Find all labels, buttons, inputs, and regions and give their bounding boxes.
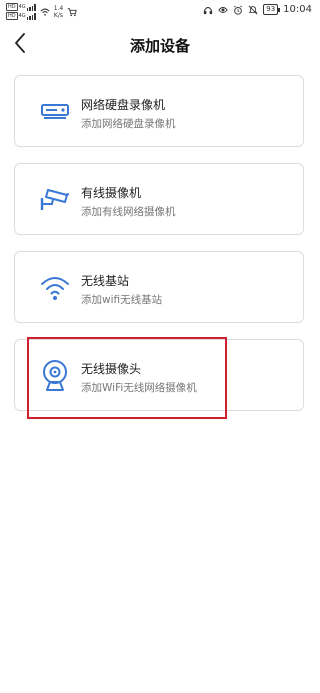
network-speed: 1.4 K/s (54, 5, 64, 19)
device-card-nvr[interactable]: 网络硬盘录像机 添加网络硬盘录像机 (14, 75, 304, 147)
page-title: 添加设备 (129, 37, 190, 55)
mute-icon (248, 5, 258, 14)
device-title: 有线摄像机 (81, 186, 142, 200)
device-subtitle: 添加wifi无线基站 (81, 294, 163, 306)
signal-icon (26, 12, 36, 20)
sim1-hd-badge: HD (6, 3, 18, 11)
wifi-status-icon (40, 8, 50, 16)
speed-value: 1.4 (53, 4, 64, 12)
device-card-wireless-camera[interactable]: 无线摄像头 添加WiFi无线网络摄像机 (14, 339, 304, 411)
sim1-network: 4G (18, 4, 26, 10)
wifi-icon (39, 270, 71, 306)
headphones-icon (204, 6, 213, 14)
alarm-icon (234, 5, 243, 15)
wired-camera-icon (39, 182, 71, 218)
device-card-wifi-base[interactable]: 无线基站 添加wifi无线基站 (14, 251, 304, 323)
battery-icon: 93 (263, 4, 281, 15)
header-bar: 添加设备 (0, 24, 320, 64)
wireless-camera-icon (39, 358, 71, 394)
signal-icon (26, 3, 36, 11)
sim2-row: HD 4G (6, 12, 36, 20)
sim1-row: HD 4G (6, 3, 36, 11)
status-right: 93 10:04 (203, 4, 312, 15)
eye-comfort-icon (218, 6, 229, 13)
sim2-hd-badge: HD (6, 12, 18, 20)
device-subtitle: 添加有线网络摄像机 (81, 206, 176, 218)
nvr-icon (39, 94, 71, 130)
sim2-network: 4G (18, 13, 26, 19)
status-left: HD 4G HD 4G 1.4 K/s (6, 3, 77, 20)
speed-unit: K/s (53, 11, 63, 19)
device-subtitle: 添加网络硬盘录像机 (81, 118, 176, 130)
device-title: 无线摄像头 (81, 362, 142, 376)
device-subtitle: 添加WiFi无线网络摄像机 (81, 382, 197, 394)
cart-icon (68, 7, 77, 16)
device-title: 无线基站 (81, 274, 130, 288)
device-card-wired-camera[interactable]: 有线摄像机 添加有线网络摄像机 (14, 163, 304, 235)
status-bar: HD 4G HD 4G 1.4 K/s 93 10:04 (0, 0, 320, 24)
device-title: 网络硬盘录像机 (81, 98, 166, 112)
status-time: 10:04 (283, 4, 312, 15)
sim-indicators: HD 4G HD 4G (6, 3, 36, 20)
